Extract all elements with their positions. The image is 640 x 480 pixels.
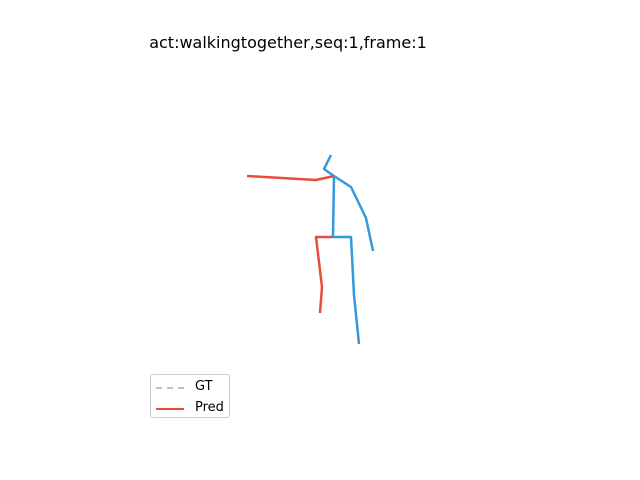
skeleton-bone-right-0 xyxy=(333,235,361,345)
skeleton-bone-right-5 xyxy=(333,174,375,252)
legend-label-pred: Pred xyxy=(195,400,224,415)
legend-label-gt: GT xyxy=(195,379,213,394)
skeleton-plot xyxy=(246,154,375,345)
skeleton-bone-right-3 xyxy=(322,154,335,178)
legend-entry-pred: Pred xyxy=(151,398,229,418)
skeleton-bone-right-2 xyxy=(331,175,336,238)
legend: GT Pred xyxy=(150,374,230,418)
legend-swatch-pred xyxy=(156,408,184,410)
skeleton-bone-left-1 xyxy=(314,235,333,314)
legend-swatch-gt xyxy=(156,387,184,389)
skeleton-bone-left-4 xyxy=(246,174,335,182)
legend-entry-gt: GT xyxy=(151,377,229,397)
